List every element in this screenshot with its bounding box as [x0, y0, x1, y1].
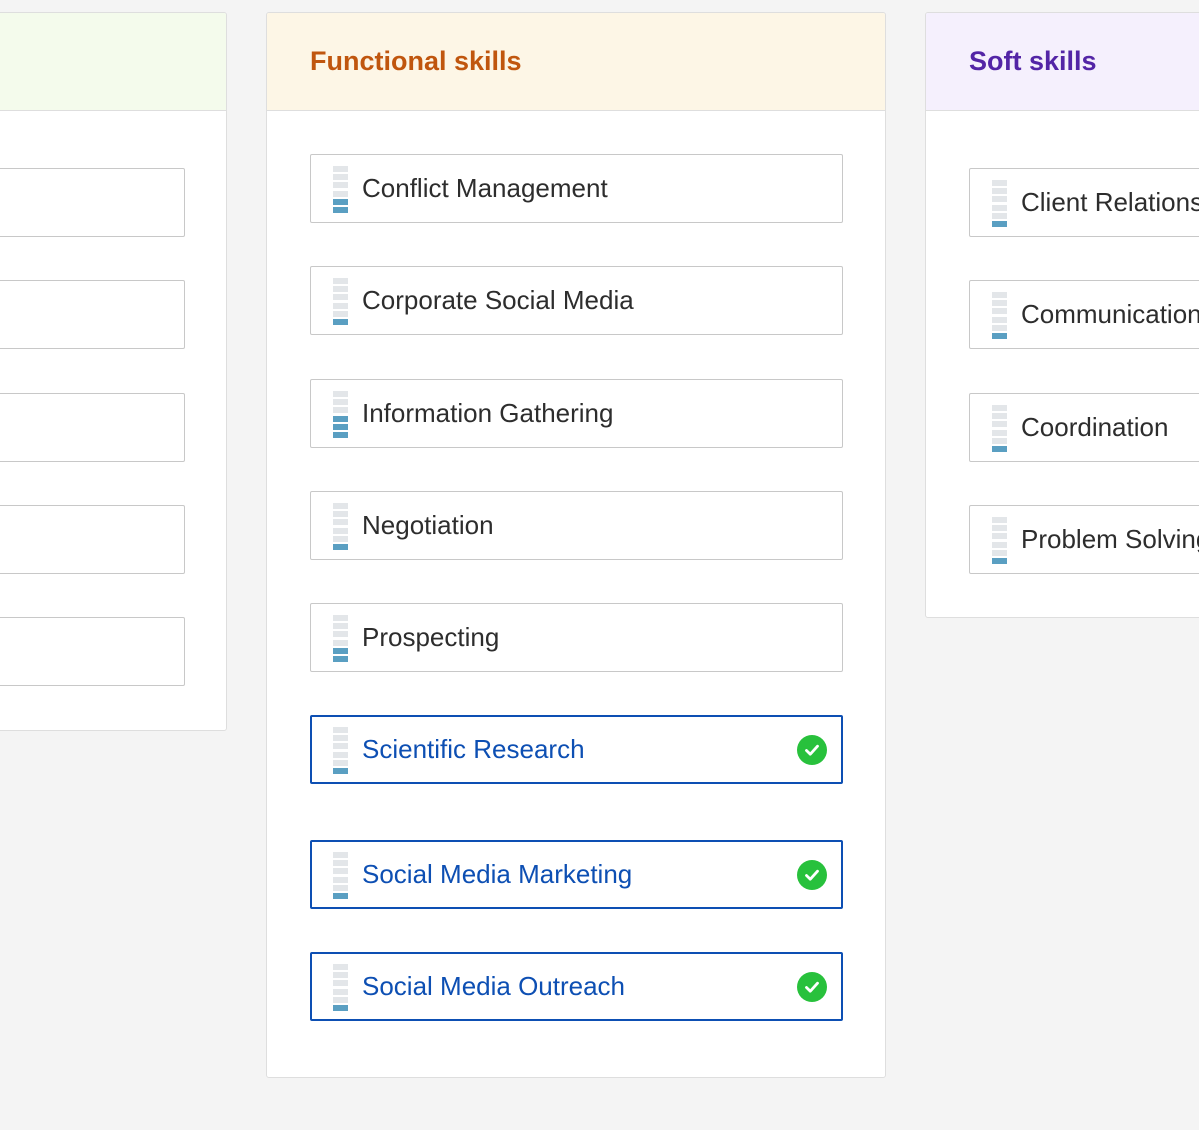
- checkmark-circle-icon: [797, 859, 827, 890]
- column-title: Soft skills: [969, 46, 1097, 76]
- skill-level-bars-icon: [333, 727, 348, 774]
- skill-level-bars-icon: [333, 852, 348, 899]
- skill-name: Negotiation: [362, 510, 494, 540]
- skill-card[interactable]: [0, 617, 185, 686]
- skill-column-soft: Soft skills Client Relationship Communica…: [925, 12, 1199, 618]
- skill-card[interactable]: [0, 393, 185, 462]
- skill-name: Social Media Outreach: [362, 971, 626, 1001]
- skill-card-corporate-social-media[interactable]: Corporate Social Media: [310, 266, 843, 335]
- skill-card-problem-solving[interactable]: Problem Solving: [969, 505, 1199, 574]
- skill-level-bars-icon: [333, 391, 348, 438]
- skill-level-bars-icon: [333, 615, 348, 662]
- skill-name: Coordination: [1021, 412, 1169, 442]
- skill-card-scientific-research[interactable]: Scientific Research: [310, 715, 843, 784]
- skill-name: Communication: [1021, 299, 1199, 329]
- skill-card[interactable]: [0, 280, 185, 349]
- skill-column-functional: Functional skills Conflict Management Cor…: [266, 12, 886, 1078]
- skill-name: Problem Solving: [1021, 524, 1199, 554]
- column-header: [0, 13, 226, 111]
- skill-card-conflict-management[interactable]: Conflict Management: [310, 154, 843, 223]
- skill-card-negotiation[interactable]: Negotiation: [310, 491, 843, 560]
- skill-name: Information Gathering: [362, 398, 614, 428]
- skill-level-bars-icon: [333, 166, 348, 213]
- column-header: Functional skills: [267, 13, 885, 111]
- column-title: Functional skills: [310, 46, 522, 76]
- skill-level-bars-icon: [333, 503, 348, 550]
- skill-name: Conflict Management: [362, 173, 608, 203]
- skill-card-prospecting[interactable]: Prospecting: [310, 603, 843, 672]
- skill-level-bars-icon: [992, 517, 1007, 564]
- skill-card-information-gathering[interactable]: Information Gathering: [310, 379, 843, 448]
- skill-level-bars-icon: [992, 180, 1007, 227]
- skill-card-communication[interactable]: Communication: [969, 280, 1199, 349]
- skill-name: Scientific Research: [362, 734, 585, 764]
- skill-level-bars-icon: [992, 405, 1007, 452]
- checkmark-circle-icon: [797, 734, 827, 765]
- skill-card-coordination[interactable]: Coordination: [969, 393, 1199, 462]
- skill-level-bars-icon: [992, 292, 1007, 339]
- skill-card[interactable]: [0, 505, 185, 574]
- skill-name: Corporate Social Media: [362, 285, 634, 315]
- skill-column-left: [0, 12, 227, 731]
- skill-level-bars-icon: [333, 278, 348, 325]
- skill-name: Client Relationship: [1021, 187, 1199, 217]
- checkmark-circle-icon: [797, 971, 827, 1002]
- skill-card[interactable]: [0, 168, 185, 237]
- column-header: Soft skills: [926, 13, 1199, 111]
- skill-card-client-relationship[interactable]: Client Relationship: [969, 168, 1199, 237]
- skill-card-social-media-outreach[interactable]: Social Media Outreach: [310, 952, 843, 1021]
- skill-card-social-media-marketing[interactable]: Social Media Marketing: [310, 840, 843, 909]
- skill-name: Prospecting: [362, 622, 500, 652]
- skill-level-bars-icon: [333, 964, 348, 1011]
- skill-name: Social Media Marketing: [362, 859, 633, 889]
